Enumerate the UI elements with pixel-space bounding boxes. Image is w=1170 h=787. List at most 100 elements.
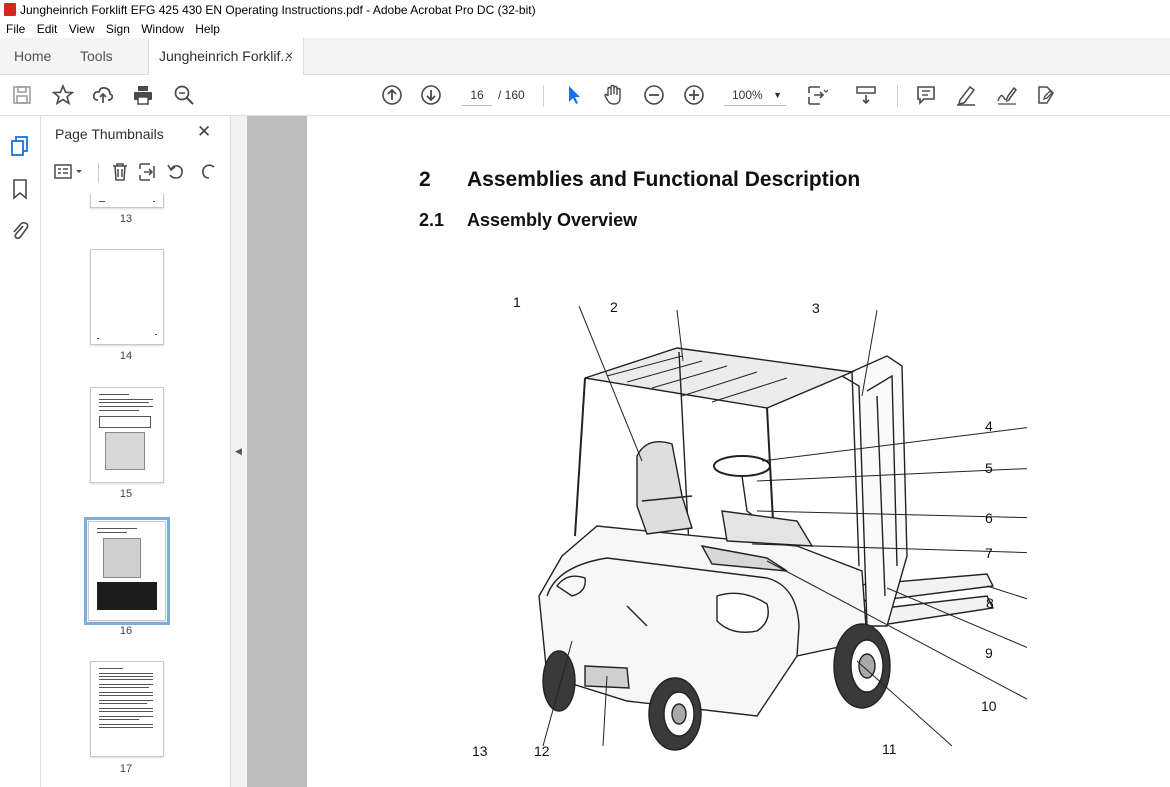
bookmark-icon[interactable] [11, 178, 29, 205]
menu-bar: File Edit View Sign Window Help [0, 20, 1170, 38]
callout-label: 12 [534, 743, 550, 759]
attachment-icon[interactable] [10, 220, 30, 247]
pdf-page: 2 Assemblies and Functional Description … [307, 116, 1170, 787]
upload-icon[interactable] [91, 83, 115, 107]
main-toolbar: 16 / 160 100% ▼ [0, 75, 1170, 116]
thumbnail-label: 13 [119, 213, 133, 225]
extract-pages-icon[interactable] [138, 162, 158, 182]
thumbnail-line [155, 334, 157, 335]
thumbnails-toolbar [53, 160, 223, 186]
thumbnail-line [99, 668, 123, 669]
thumbnail-line [99, 402, 149, 403]
star-icon[interactable] [51, 83, 75, 107]
scroll-mode-icon[interactable] [854, 83, 878, 107]
close-icon[interactable]: ✕ [197, 122, 211, 142]
page-number-input[interactable]: 16 [462, 85, 492, 106]
callout-label: 11 [882, 741, 897, 757]
page-thumbnails-icon[interactable] [9, 135, 31, 162]
menu-help[interactable]: Help [195, 22, 220, 36]
menu-window[interactable]: Window [141, 22, 184, 36]
fit-page-icon[interactable] [805, 83, 829, 107]
thumbnail-line [99, 692, 153, 693]
thumbnail-line [99, 673, 153, 674]
callout-label: 10 [981, 698, 997, 714]
forklift-figure [538, 305, 1027, 751]
thumbnail-line [99, 703, 147, 704]
thumbnail-table [97, 582, 157, 610]
zoom-value: 100% [732, 88, 763, 102]
print-icon[interactable] [131, 83, 155, 107]
tab-home[interactable]: Home [14, 38, 51, 74]
menu-edit[interactable]: Edit [37, 22, 58, 36]
callout-label: 6 [985, 510, 993, 526]
thumbnail-line [99, 679, 153, 680]
collapse-arrow-icon[interactable]: ◀ [235, 446, 242, 457]
zoom-select[interactable]: 100% ▼ [724, 85, 786, 106]
zoom-out-icon[interactable] [642, 83, 666, 107]
callout-label: 2 [610, 299, 618, 315]
thumbnail-page[interactable] [90, 249, 164, 345]
menu-file[interactable]: File [6, 22, 25, 36]
thumbnail-page[interactable] [90, 661, 164, 757]
left-rail [0, 116, 41, 787]
chevron-down-icon: ▼ [773, 90, 782, 100]
thumbnail-line [99, 711, 153, 712]
tab-tools[interactable]: Tools [80, 38, 113, 74]
hand-icon[interactable] [601, 83, 625, 107]
sign-icon[interactable] [995, 83, 1019, 107]
select-arrow-icon[interactable] [562, 83, 586, 107]
panel-title: Page Thumbnails [55, 126, 164, 142]
menu-view[interactable]: View [69, 22, 95, 36]
acrobat-icon [4, 3, 16, 16]
thumbnail-label: 15 [119, 488, 133, 500]
tab-bar: Home Tools Jungheinrich Forklif... × [0, 38, 1170, 75]
thumbnail-line [99, 695, 153, 696]
toolbar-divider [98, 163, 99, 183]
page-total: / 160 [498, 88, 525, 102]
subsection-number: 2.1 [419, 210, 445, 230]
thumbnail-line [99, 700, 153, 701]
tab-document[interactable]: Jungheinrich Forklif... × [148, 38, 304, 75]
thumbnails-list: 13 14 15 16 17 [41, 194, 211, 787]
zoom-in-icon[interactable] [682, 83, 706, 107]
rotate-left-icon[interactable] [165, 162, 187, 182]
thumbnail-page[interactable] [90, 387, 164, 483]
callout-label: 5 [985, 460, 993, 476]
thumbnail-figure [103, 538, 141, 578]
thumbnail-line [99, 676, 153, 677]
thumbnail-line [99, 719, 139, 720]
comment-icon[interactable] [914, 83, 938, 107]
fill-sign-icon[interactable] [1034, 83, 1058, 107]
toolbar-divider [543, 85, 544, 107]
thumbnail-label: 16 [119, 625, 133, 637]
thumbnail-label: 17 [119, 763, 133, 775]
thumbnail-line [99, 399, 153, 400]
thumbnail-line [99, 727, 153, 728]
callout-label: 9 [985, 645, 993, 661]
section-number: 2 [419, 168, 431, 191]
thumbnail-line [99, 708, 153, 709]
panel-collapse-strip[interactable]: ◀ [231, 116, 247, 787]
page-down-icon[interactable] [419, 83, 443, 107]
section-title: Assemblies and Functional Description [467, 168, 861, 191]
tab-document-label: Jungheinrich Forklif... [159, 48, 293, 64]
thumbnail-options-icon[interactable] [53, 162, 89, 182]
thumbnail-line [99, 201, 105, 202]
highlight-icon[interactable] [954, 83, 978, 107]
save-icon[interactable] [10, 83, 34, 107]
thumbnail-table [99, 416, 151, 428]
menu-sign[interactable]: Sign [106, 22, 130, 36]
thumbnail-line [153, 201, 155, 202]
tab-close-icon[interactable]: × [285, 38, 293, 74]
thumbnail-line [99, 394, 129, 395]
rotate-right-icon[interactable] [198, 162, 220, 182]
callout-label: 7 [985, 545, 993, 561]
thumbnail-line [97, 532, 127, 533]
trash-icon[interactable] [110, 162, 130, 182]
page-up-icon[interactable] [380, 83, 404, 107]
thumbnail-page-selected[interactable] [84, 517, 170, 625]
thumbnail-page[interactable] [90, 194, 164, 208]
search-icon[interactable] [172, 83, 196, 107]
thumbnail-line [97, 338, 99, 339]
callout-label: 3 [812, 300, 820, 316]
